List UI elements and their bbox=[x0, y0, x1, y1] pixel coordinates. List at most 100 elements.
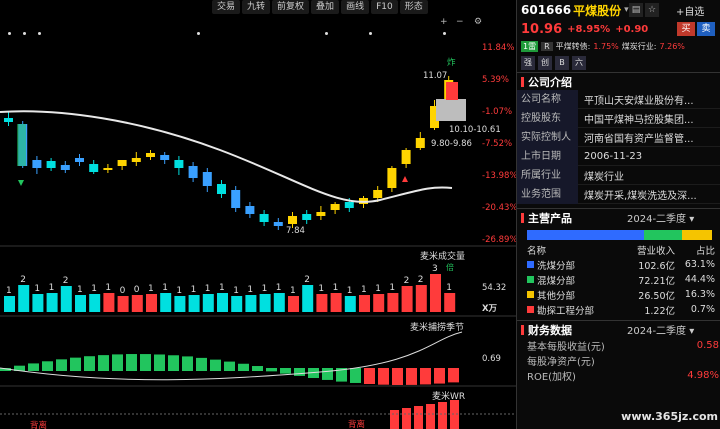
product-name: 其他分部 bbox=[537, 290, 576, 302]
volume-count-label: 1 bbox=[446, 283, 452, 293]
product-row[interactable]: 混煤分部 72.21亿 44.4% bbox=[517, 272, 720, 287]
season-bar bbox=[238, 363, 249, 371]
chevron-down-icon[interactable]: ▾ bbox=[624, 5, 629, 15]
finance-period-select[interactable]: 2024-二季度 ▾ bbox=[627, 322, 694, 337]
wr-pane-title: 麦米WR bbox=[432, 392, 466, 402]
candle-body bbox=[202, 172, 212, 186]
candle-body bbox=[131, 158, 141, 162]
volume-bar bbox=[245, 295, 257, 312]
volume-count-label: 2 bbox=[304, 275, 310, 285]
finance-value: 4.98% bbox=[687, 370, 719, 381]
product-revenue: 102.6亿 bbox=[638, 260, 675, 272]
volume-count-label: 1 bbox=[105, 283, 111, 293]
range-label-1: 9.80-9.86 bbox=[431, 139, 472, 149]
info-value: 河南省国有资产监督管... bbox=[584, 133, 694, 145]
products-table-header: 名称 营业收入 占比 bbox=[527, 245, 715, 257]
section-marker bbox=[521, 76, 524, 87]
r-tag[interactable]: R bbox=[541, 41, 553, 51]
stock-name[interactable]: 平煤股份 bbox=[573, 2, 621, 19]
product-share: 63.1% bbox=[684, 259, 715, 270]
volume-bar bbox=[174, 296, 186, 312]
products-section-header[interactable]: 主营产品 2024-二季度 ▾ bbox=[517, 208, 720, 226]
product-name: 洗煤分部 bbox=[537, 260, 576, 272]
chip-create[interactable]: 创 bbox=[538, 56, 552, 70]
product-revenue: 26.50亿 bbox=[638, 290, 675, 302]
info-value: 2006-11-23 bbox=[584, 150, 643, 162]
finance-row[interactable]: ROE(加权) 4.98% bbox=[517, 368, 720, 383]
products-period-select[interactable]: 2024-二季度 ▾ bbox=[627, 210, 694, 225]
season-bar bbox=[280, 368, 291, 374]
product-share: 0.7% bbox=[690, 304, 715, 315]
products-section-title: 主营产品 bbox=[528, 211, 572, 225]
volume-badge: 倍 bbox=[446, 263, 454, 272]
revenue-share-bar bbox=[527, 230, 712, 240]
candle-body bbox=[217, 184, 226, 194]
season-bar bbox=[70, 357, 81, 371]
volume-bar bbox=[288, 296, 299, 312]
volume-unit: X万 bbox=[482, 304, 498, 314]
volume-bar bbox=[18, 285, 30, 312]
product-row[interactable]: 勘探工程分部 1.22亿 0.7% bbox=[517, 302, 720, 317]
change-percent: +8.95% bbox=[567, 23, 611, 35]
sell-button[interactable]: 卖 bbox=[697, 22, 715, 36]
stock-info-panel: 601666 平煤股份 ▾ ▤ ☆ +自选 10.96 +8.95% +0.90… bbox=[516, 0, 720, 429]
candle-body bbox=[344, 202, 354, 208]
kline-chart-area[interactable]: 交易 九转 前复权 叠加 画线 F10 形态 + − ⚙ 12112111001… bbox=[0, 0, 517, 429]
season-bar bbox=[252, 366, 263, 371]
volume-bar bbox=[60, 286, 72, 312]
candle-body bbox=[415, 138, 425, 148]
divergence-label: 背离 bbox=[30, 421, 48, 429]
company-info-row[interactable]: 上市日期 2006-11-23 bbox=[517, 146, 720, 166]
finance-key: ROE(加权) bbox=[527, 372, 576, 383]
self-select-button[interactable]: +自选 bbox=[676, 3, 704, 18]
volume-count-label: 1 bbox=[49, 283, 55, 293]
candle-body bbox=[273, 222, 283, 226]
company-info-row[interactable]: 控股股东 中国平煤神马控股集团... bbox=[517, 108, 720, 128]
finance-section-header[interactable]: 财务数据 2024-二季度 ▾ bbox=[517, 320, 720, 338]
favorite-icon[interactable]: ☆ bbox=[645, 3, 659, 17]
chip-six[interactable]: 六 bbox=[572, 56, 586, 70]
volume-count-label: 1 bbox=[262, 284, 268, 294]
candle-body bbox=[259, 214, 269, 222]
finance-row[interactable]: 基本每股收益(元) 0.58 bbox=[517, 338, 720, 353]
volume-bar bbox=[75, 295, 86, 312]
product-share: 44.4% bbox=[684, 274, 715, 285]
candle-body bbox=[316, 212, 326, 216]
legend-swatch bbox=[527, 291, 534, 298]
company-info-row[interactable]: 业务范围 煤炭开采,煤炭洗选及深... bbox=[517, 184, 720, 204]
finance-row[interactable]: 每股净资产(元) bbox=[517, 353, 720, 368]
menu-icon[interactable]: ▤ bbox=[629, 3, 643, 17]
company-info-row[interactable]: 公司名称 平顶山天安煤业股份有... bbox=[517, 89, 720, 109]
product-row[interactable]: 其他分部 26.50亿 16.3% bbox=[517, 287, 720, 302]
chip-b[interactable]: B bbox=[555, 56, 569, 70]
industry-label: 煤炭行业: bbox=[621, 41, 657, 51]
axis-pct-3: -1.07% bbox=[482, 107, 513, 117]
company-section-title: 公司介绍 bbox=[528, 75, 572, 89]
volume-count-label: 0 bbox=[134, 285, 140, 295]
chip-strong[interactable]: 强 bbox=[521, 56, 535, 70]
company-section-header[interactable]: 公司介绍 bbox=[517, 72, 720, 90]
volume-pane-title: 麦米成交量 bbox=[420, 252, 466, 262]
finance-section-title: 财务数据 bbox=[528, 323, 572, 337]
candle-body bbox=[89, 164, 99, 172]
volume-bar bbox=[202, 294, 214, 312]
company-info-row[interactable]: 实际控制人 河南省国有资产监督管... bbox=[517, 127, 720, 147]
volume-count-label: 1 bbox=[233, 286, 239, 296]
season-bar bbox=[210, 359, 221, 371]
volume-bar bbox=[430, 274, 441, 312]
product-row[interactable]: 洗煤分部 102.6亿 63.1% bbox=[517, 257, 720, 272]
volume-count-label: 1 bbox=[77, 285, 83, 295]
volume-count-label: 1 bbox=[333, 283, 339, 293]
volume-count-label: 1 bbox=[361, 285, 367, 295]
change-amount: +0.90 bbox=[615, 23, 649, 35]
divergence-label: 背离 bbox=[348, 420, 366, 429]
info-key: 所属行业 bbox=[517, 165, 578, 185]
buy-button[interactable]: 买 bbox=[677, 22, 695, 36]
candle-body bbox=[160, 155, 170, 160]
season-bar bbox=[182, 356, 193, 371]
volume-bar bbox=[4, 296, 15, 312]
finance-value: 0.58 bbox=[696, 340, 719, 351]
candle-body bbox=[302, 214, 312, 220]
current-price: 10.96 bbox=[521, 21, 563, 37]
company-info-row[interactable]: 所属行业 煤炭行业 bbox=[517, 165, 720, 185]
